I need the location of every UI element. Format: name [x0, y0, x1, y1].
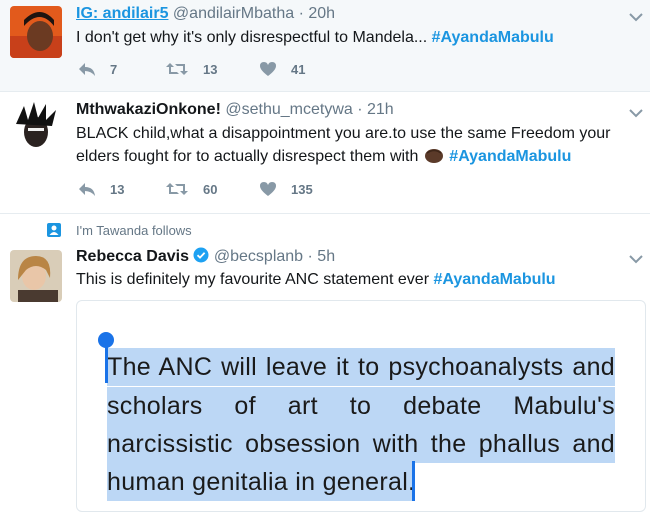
chevron-down-icon[interactable]: [628, 105, 644, 121]
social-context[interactable]: I'm Tawanda follows: [76, 223, 192, 238]
author-name[interactable]: Rebecca Davis: [76, 248, 189, 265]
reply-button[interactable]: 7: [78, 61, 117, 77]
quoted-image[interactable]: The ANC will leave it to psychoanalysts …: [76, 300, 646, 512]
tweet-text-line: elders fought for to actually disrespect…: [76, 148, 419, 165]
author-name[interactable]: IG: andilair5: [76, 5, 168, 22]
reply-button[interactable]: 13: [78, 181, 124, 197]
avatar[interactable]: [10, 102, 62, 154]
timestamp[interactable]: 5h: [317, 248, 335, 265]
hashtag-link[interactable]: #AyandaMabulu: [449, 148, 571, 165]
separator-dot: ·: [298, 5, 304, 22]
timestamp[interactable]: 20h: [308, 5, 335, 22]
quote-text-line: narcissistic obsession with the phallus …: [107, 430, 615, 458]
retweet-count: 13: [203, 61, 218, 77]
avatar[interactable]: [10, 250, 62, 302]
timestamp[interactable]: 21h: [367, 101, 394, 118]
tweet[interactable]: I'm Tawanda follows Rebecca Davis @becsp…: [0, 214, 650, 512]
person-icon: [47, 223, 61, 237]
fist-emoji-icon: [424, 149, 443, 163]
tweet-text: I don't get why it's only disrespectful …: [76, 29, 428, 46]
hashtag-link[interactable]: #AyandaMabulu: [433, 271, 555, 288]
tweet-text: This is definitely my favourite ANC stat…: [76, 271, 430, 288]
quote-text-line: The ANC will leave it to psychoanalysts …: [107, 353, 615, 381]
retweet-button[interactable]: 13: [165, 61, 217, 77]
author-handle[interactable]: @sethu_mcetywa: [225, 101, 352, 118]
separator-dot: ·: [307, 248, 313, 265]
retweet-count: 60: [203, 181, 218, 197]
reply-icon: [79, 63, 95, 76]
quote-text-line: human genitalia in general.: [107, 468, 416, 496]
reply-icon: [79, 183, 95, 196]
retweet-icon: [166, 63, 188, 75]
like-button[interactable]: 135: [259, 181, 313, 197]
selection-caret-start: [105, 345, 108, 383]
reply-count: 7: [110, 61, 118, 77]
author-handle[interactable]: @becsplanb: [214, 248, 303, 265]
chevron-down-icon[interactable]: [628, 9, 644, 25]
verified-icon: [193, 247, 209, 263]
author-name[interactable]: MthwakaziOnkone!: [76, 101, 221, 118]
tweet[interactable]: IG: andilair5 @andilairMbatha · 20h I do…: [0, 0, 650, 92]
like-count: 41: [291, 61, 306, 77]
reply-count: 13: [110, 181, 125, 197]
retweet-button[interactable]: 60: [165, 181, 217, 197]
quote-text-line: scholars of art to debate Mabulu's: [107, 392, 615, 420]
retweet-icon: [166, 183, 188, 195]
author-handle[interactable]: @andilairMbatha: [173, 5, 294, 22]
tweet-text-line: BLACK child,what a disappointment you ar…: [76, 125, 611, 142]
chevron-down-icon[interactable]: [628, 251, 644, 267]
like-count: 135: [291, 181, 313, 197]
tweet[interactable]: MthwakaziOnkone! @sethu_mcetywa · 21h BL…: [0, 92, 650, 214]
hashtag-link[interactable]: #AyandaMabulu: [432, 29, 554, 46]
like-icon: [260, 182, 276, 196]
avatar[interactable]: [10, 6, 62, 58]
like-icon: [260, 62, 276, 76]
like-button[interactable]: 41: [259, 61, 305, 77]
selection-caret-end[interactable]: [412, 461, 415, 501]
separator-dot: ·: [357, 101, 363, 118]
